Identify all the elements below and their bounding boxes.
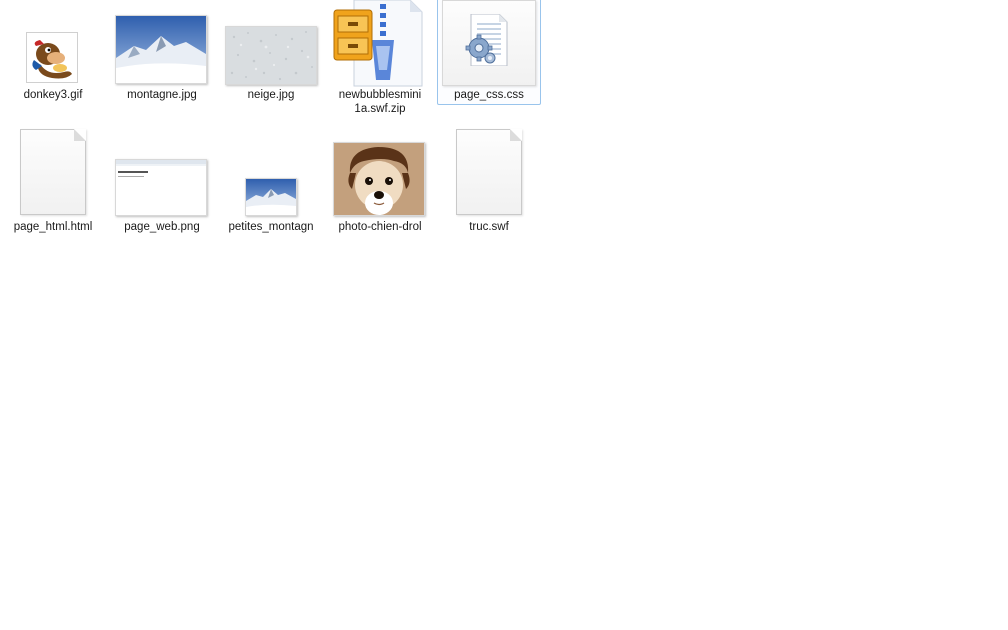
file-list-view: donkey3.gif montagne.jpg neige.jpg newbu… [0, 0, 541, 238]
gear-document-icon [465, 14, 508, 66]
file-label: truc.swf [469, 221, 509, 233]
file-label-line: newbubblesmini [338, 89, 422, 101]
html-file-icon [20, 129, 86, 215]
file-label: montagne.jpg [127, 89, 197, 101]
file-item-montagne[interactable]: montagne.jpg [110, 0, 214, 118]
file-label: petites_montagn [228, 221, 314, 233]
snow-photo-icon [225, 26, 317, 85]
file-item-newbubblesmini1a[interactable]: newbubblesmini 1a.swf.zip [328, 0, 432, 118]
page-fold [510, 129, 522, 141]
donkey-gif-icon [26, 32, 78, 83]
file-item-page-html[interactable]: page_html.html [1, 122, 105, 238]
file-label: photo-chien-drol [338, 221, 422, 233]
file-label: page_web.png [124, 221, 200, 233]
file-label-line: 1a.swf.zip [354, 103, 406, 115]
file-item-page-css[interactable]: page_css.css [437, 0, 541, 104]
file-label: donkey3.gif [23, 89, 83, 101]
file-item-donkey3[interactable]: donkey3.gif [1, 0, 105, 118]
file-label: newbubblesmini 1a.swf.zip [328, 88, 432, 116]
swf-file-icon [456, 129, 522, 215]
file-item-page-web[interactable]: page_web.png [110, 122, 214, 238]
small-mountain-photo-icon [245, 178, 297, 216]
file-item-truc-swf[interactable]: truc.swf [437, 122, 541, 238]
file-label: neige.jpg [247, 89, 295, 101]
webpage-screenshot-icon [115, 159, 207, 216]
mountain-photo-icon [115, 15, 207, 84]
dog-photo-icon [333, 142, 425, 216]
file-item-petites-montagnes[interactable]: petites_montagn [219, 122, 323, 238]
file-item-neige[interactable]: neige.jpg [219, 0, 323, 118]
file-label: page_css.css [454, 89, 524, 101]
file-label: page_html.html [13, 221, 93, 233]
page-fold [74, 129, 86, 141]
zip-archive-icon [333, 0, 423, 87]
file-item-photo-chien-drole[interactable]: photo-chien-drol [328, 122, 432, 238]
